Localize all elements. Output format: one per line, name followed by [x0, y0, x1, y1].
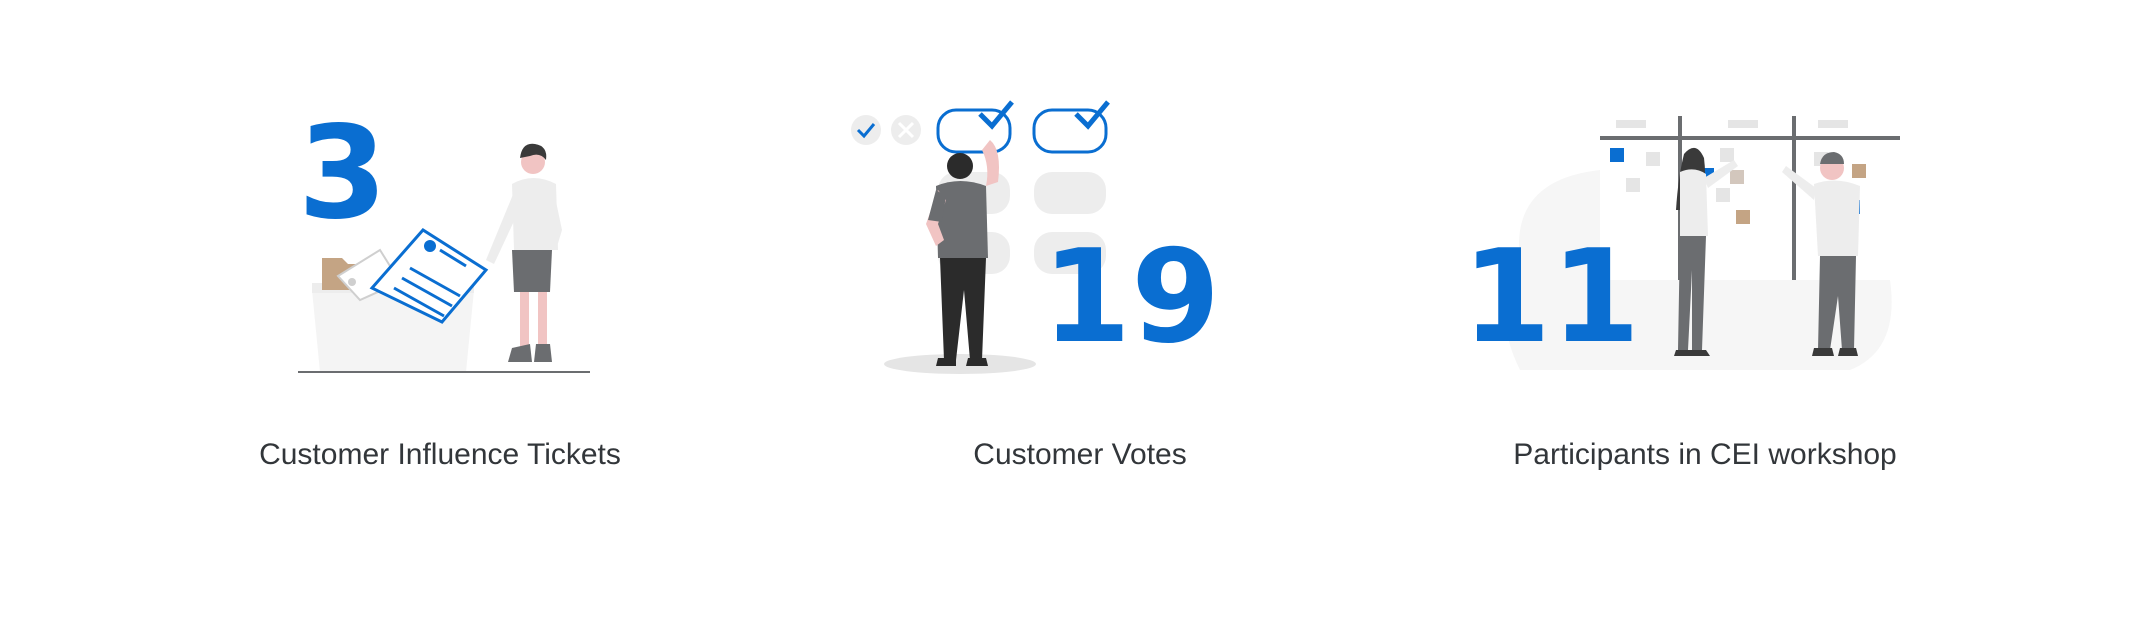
stat-card-votes: 19 Customer Votes: [720, 0, 1440, 640]
stat-label: Customer Votes: [973, 438, 1187, 471]
stat-value: 19: [1042, 223, 1221, 372]
stat-card-tickets: 3 Customer Influence Tickets: [0, 0, 720, 640]
stat-value: 11: [1462, 223, 1641, 372]
stat-label: Customer Influence Tickets: [259, 438, 621, 471]
stat-value: 3: [298, 99, 388, 248]
stat-label: Participants in CEI workshop: [1513, 438, 1897, 471]
stat-card-participants: 11 Participants in CEI workshop: [1440, 0, 2152, 640]
